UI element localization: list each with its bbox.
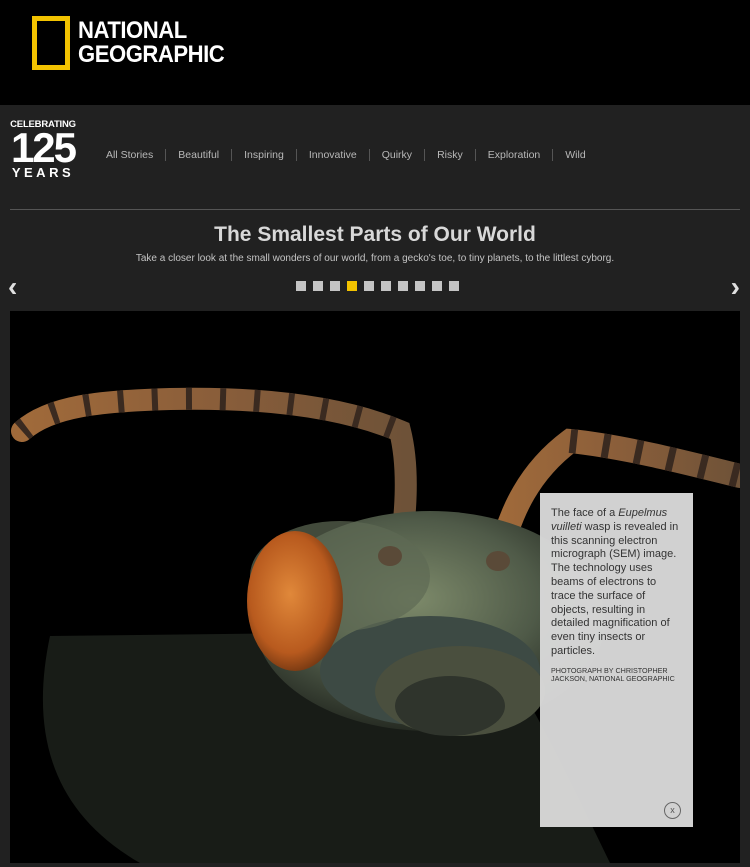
logo-line-2: GEOGRAPHIC — [78, 41, 225, 68]
slide-dot[interactable] — [432, 281, 442, 291]
nav-item-wild[interactable]: Wild — [552, 149, 597, 161]
photo-caption: The face of a Eupelmus vuilleti wasp is … — [540, 493, 693, 827]
chevron-left-icon[interactable]: ‹ — [8, 273, 17, 301]
slide-dot[interactable] — [347, 281, 357, 291]
nav-item-innovative[interactable]: Innovative — [295, 149, 369, 161]
anniversary-badge: CELEBRATING 125 YEARS — [10, 119, 77, 180]
slide-dot[interactable] — [296, 281, 306, 291]
slide-dot[interactable] — [398, 281, 408, 291]
nav-item-beautiful[interactable]: Beautiful — [165, 149, 231, 161]
nav-item-all-stories[interactable]: All Stories — [94, 149, 165, 161]
site-header: NATIONAL GEOGRAPHIC — [0, 0, 750, 105]
gallery-subtitle: Take a closer look at the small wonders … — [135, 253, 615, 264]
close-icon[interactable]: x — [664, 802, 681, 819]
slide-dot[interactable] — [381, 281, 391, 291]
slide-dot[interactable] — [330, 281, 340, 291]
slide-pagination — [296, 281, 466, 291]
divider — [10, 209, 740, 210]
chevron-right-icon[interactable]: › — [731, 273, 740, 301]
nav-item-inspiring[interactable]: Inspiring — [231, 149, 296, 161]
slide-dot[interactable] — [364, 281, 374, 291]
logo-wordmark: NATIONAL GEOGRAPHIC — [78, 17, 225, 68]
badge-number: 125 — [10, 124, 77, 171]
photo-credit: PHOTOGRAPH BY CHRISTOPHER JACKSON, NATIO… — [551, 665, 675, 683]
nav-item-quirky[interactable]: Quirky — [368, 149, 424, 161]
slide-dot[interactable] — [449, 281, 459, 291]
yellow-border-icon — [32, 16, 70, 70]
slide-dot[interactable] — [313, 281, 323, 291]
nav-item-risky[interactable]: Risky — [424, 149, 475, 161]
caption-pre: The face of a — [551, 507, 619, 519]
caption-post: wasp is revealed in this scanning electr… — [551, 520, 679, 657]
gallery-title: The Smallest Parts of Our World — [214, 223, 536, 246]
badge-years: YEARS — [11, 165, 75, 180]
slide-dot[interactable] — [415, 281, 425, 291]
caption-text: The face of a Eupelmus vuilleti wasp is … — [551, 507, 682, 659]
gallery-panel: CELEBRATING 125 YEARS All Stories Beauti… — [0, 105, 750, 867]
logo-line-1: NATIONAL — [78, 17, 187, 44]
nav-item-exploration[interactable]: Exploration — [474, 149, 553, 161]
category-nav: All Stories Beautiful Inspiring Innovati… — [94, 149, 598, 161]
national-geographic-logo[interactable]: NATIONAL GEOGRAPHIC — [32, 16, 237, 70]
